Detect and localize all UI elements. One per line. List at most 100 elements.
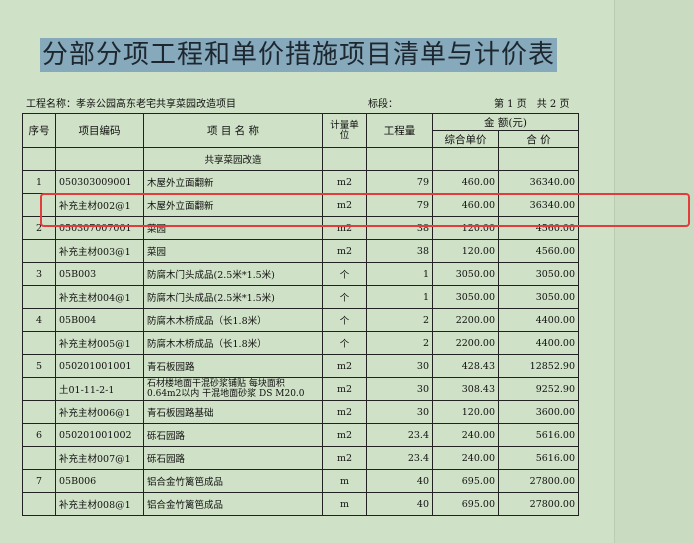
row-code: 补充主材005@1 [55,331,144,355]
project-name: 工程名称：孝亲公园高东老宅共享菜园改造项目 [26,99,236,110]
row-unit-price: 695.00 [432,492,499,516]
row-name: 铝合金竹篱笆成品 [143,469,323,493]
row-name: 青石板园路 [143,354,323,378]
row-code: 补充主材003@1 [55,239,144,263]
row-qty: 23.4 [366,423,433,447]
row-unit: m2 [322,216,367,240]
row-total: 4560.00 [498,216,579,240]
row-unit: m [322,469,367,493]
row-code: 土01-11-2-1 [55,377,144,401]
row-total: 5616.00 [498,423,579,447]
row-unit-price: 3050.00 [432,285,499,309]
row-unit: m2 [322,354,367,378]
row-unit-price: 240.00 [432,423,499,447]
header-code: 项目编码 [55,113,144,148]
header-row: 序号 项目编码 项 目 名 称 计量单位 工程量 金 额(元) [22,113,579,148]
row-code: 补充主材002@1 [55,193,144,217]
table-row: 3 05B003 防腐木门头成品(2.5米*1.5米) 个 1 3050.00 3050.0… [22,262,579,286]
row-name: 防腐木木桥成品（长1.8米） [143,331,323,355]
row-name: 防腐木门头成品(2.5米*1.5米) [143,262,323,286]
row-total: 27800.00 [498,469,579,493]
row-qty: 2 [366,331,433,355]
row-qty: 30 [366,354,433,378]
header-unit-price: 综合单价 [432,130,499,148]
row-total: 12852.90 [498,354,579,378]
row-seq: 4 [22,308,56,332]
row-unit-price: 308.43 [432,377,499,401]
row-total: 3600.00 [498,400,579,424]
row-qty: 38 [366,239,433,263]
row-code: 05B003 [55,262,144,286]
row-qty: 38 [366,216,433,240]
row-code: 05B004 [55,308,144,332]
row-unit-price: 2200.00 [432,308,499,332]
row-total: 3050.00 [498,285,579,309]
row-unit: 个 [322,262,367,286]
row-name: 防腐木木桥成品（长1.8米） [143,308,323,332]
row-seq [22,193,56,217]
row-name: 石材楼地面干混砂浆铺贴 每块面积 0.64m2以内 干混地面砂浆 DS M20.… [143,377,323,401]
table-row: 2 050307007001 菜园 m2 38 120.00 4560.00 [22,216,579,240]
table-row: 1 050303009001 木屋外立面翻新 m2 79 460.00 36340.00 [22,170,579,194]
row-seq: 7 [22,469,56,493]
row-seq [22,377,56,401]
row-seq [22,285,56,309]
row-unit-price: 120.00 [432,216,499,240]
row-seq [22,239,56,263]
row-seq: 1 [22,170,56,194]
row-seq: 3 [22,262,56,286]
table-row: 4 05B004 防腐木木桥成品（长1.8米）个 2 2200.00 4400.00 [22,308,579,332]
table-row: 补充主材008@1 铝合金竹篱笆成品 m 40 695.00 27800.00 [22,492,579,516]
row-name: 铝合金竹篱笆成品 [143,492,323,516]
row-unit-price: 460.00 [432,170,499,194]
row-unit-price: 428.43 [432,354,499,378]
row-unit-price: 240.00 [432,446,499,470]
row-code: 050303009001 [55,170,144,194]
row-code: 补充主材004@1 [55,285,144,309]
section-label: 标段： [368,99,398,110]
row-seq [22,492,56,516]
row-qty: 30 [366,377,433,401]
table-row: 补充主材004@1 防腐木门头成品(2.5米*1.5米) 个 1 3050.00 3050… [22,285,579,309]
header-amount: 金 额(元) [432,113,579,131]
row-name: 菜园 [143,239,323,263]
header-name: 项 目 名 称 [143,113,323,148]
header-total: 合 价 [498,130,579,148]
table-row: 补充主材005@1 防腐木木桥成品（长1.8米）个 2 2200.00 4400.00 [22,331,579,355]
row-unit: m2 [322,170,367,194]
row-unit: m2 [322,400,367,424]
pricing-table: 序号 项目编码 项 目 名 称 计量单位 工程量 金 额(元) 综合单价 合 价… [22,113,579,516]
row-seq [22,446,56,470]
row-unit-price: 460.00 [432,193,499,217]
table-row: 补充主材006@1 青石板园路基础 m2 30 120.00 3600.00 [22,400,579,424]
table-row: 土01-11-2-1 石材楼地面干混砂浆铺贴 每块面积 0.64m2以内 干混地面… [22,377,579,401]
row-unit: m [322,492,367,516]
row-total: 4560.00 [498,239,579,263]
table-row: 补充主材007@1 砾石园路 m2 23.4 240.00 5616.00 [22,446,579,470]
row-unit-price: 695.00 [432,469,499,493]
row-unit-price: 2200.00 [432,331,499,355]
side-panel [614,0,694,543]
row-qty: 2 [366,308,433,332]
header-seq: 序号 [22,113,56,148]
row-name: 砾石园路 [143,446,323,470]
section-title: 共享菜园改造 [143,147,323,171]
row-total: 4400.00 [498,308,579,332]
row-unit-price: 3050.00 [432,262,499,286]
row-total: 27800.00 [498,492,579,516]
row-qty: 1 [366,262,433,286]
row-name: 青石板园路基础 [143,400,323,424]
row-name: 木屋外立面翻新 [143,193,323,217]
row-total: 9252.90 [498,377,579,401]
row-name: 防腐木门头成品(2.5米*1.5米) [143,285,323,309]
row-qty: 40 [366,469,433,493]
section-row: 共享菜园改造 [22,147,579,171]
row-qty: 30 [366,400,433,424]
row-total: 4400.00 [498,331,579,355]
row-total: 5616.00 [498,446,579,470]
row-total: 3050.00 [498,262,579,286]
row-qty: 79 [366,193,433,217]
row-name: 砾石园路 [143,423,323,447]
header-qty: 工程量 [366,113,433,148]
page-indicator: 第 1 页 共 2 页 [494,99,570,110]
